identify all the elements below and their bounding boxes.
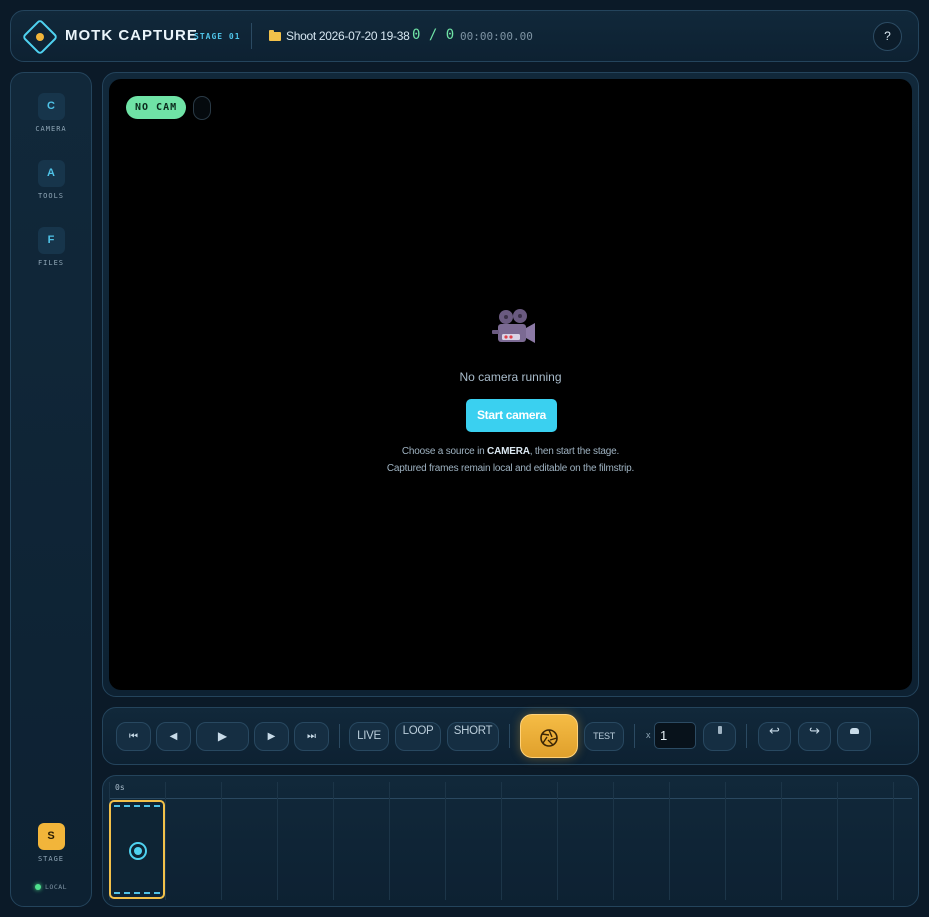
movie-camera-icon xyxy=(492,309,535,343)
logo-dot xyxy=(36,33,44,41)
sidebar-item-label: STAGE xyxy=(37,855,65,863)
top-bar: MOTK CAPTURE STAGE 01 Shoot 2026-07-20 1… xyxy=(10,10,919,62)
stage-tag: STAGE 01 xyxy=(194,32,241,41)
sidebar-item-label: CAMERA xyxy=(35,125,67,133)
undo-button[interactable]: ↩ xyxy=(758,722,791,751)
timeline-tick xyxy=(837,782,838,900)
tools-key-icon: A xyxy=(37,160,65,187)
timeline-tick xyxy=(389,782,390,900)
filmstrip-timeline[interactable]: 0s xyxy=(102,775,919,907)
start-camera-button[interactable]: Start camera xyxy=(466,399,557,432)
timecode: 00:00:00.00 xyxy=(460,30,533,43)
app-title: MOTK CAPTURE xyxy=(65,27,198,44)
prev-frame-icon: ◀ xyxy=(169,731,178,742)
timeline-tick xyxy=(333,782,334,900)
play-icon: ▶ xyxy=(217,729,228,743)
sidebar-item-label: TOOLS xyxy=(37,192,65,200)
onion-skin-button[interactable] xyxy=(837,722,871,751)
first-frame-icon: ⏮ xyxy=(129,731,138,742)
timeline-tick xyxy=(165,782,166,900)
sidebar: C CAMERA A TOOLS F FILES S STAGE LOCAL xyxy=(10,72,92,907)
storage-status-label: LOCAL xyxy=(45,883,68,891)
prev-frame-button[interactable]: ◀ xyxy=(156,722,191,751)
hint-prefix: Choose a source in xyxy=(401,446,488,457)
ruler-start-label: 0s xyxy=(115,783,125,792)
folder-icon xyxy=(269,30,281,41)
transport-divider xyxy=(509,724,510,748)
sidebar-item-files[interactable]: F FILES xyxy=(11,227,91,267)
hint-line-2: Captured frames remain local and editabl… xyxy=(386,463,635,474)
timeline-tick xyxy=(613,782,614,900)
timeline-tick xyxy=(445,782,446,900)
multiplier-label: x xyxy=(646,730,651,740)
files-key-icon: F xyxy=(37,227,65,254)
hint-camera-link: CAMERA xyxy=(487,446,530,457)
aperture-icon xyxy=(540,729,558,748)
transport-divider xyxy=(634,724,635,748)
camera-screen: NO CAM No camera running Start camera Ch… xyxy=(109,79,912,690)
record-target-icon xyxy=(129,842,147,860)
help-button[interactable]: ? xyxy=(873,22,902,51)
marker-icon xyxy=(717,726,722,734)
sidebar-item-camera[interactable]: C CAMERA xyxy=(11,93,91,133)
hold-button[interactable] xyxy=(703,722,736,751)
header-divider xyxy=(251,23,252,49)
next-frame-icon: ▶ xyxy=(267,731,276,742)
redo-button[interactable]: ↪ xyxy=(798,722,831,751)
stage-key-icon: S xyxy=(37,823,65,850)
timeline-tick xyxy=(557,782,558,900)
camera-viewer: NO CAM No camera running Start camera Ch… xyxy=(102,72,919,697)
hint-line-1: Choose a source in CAMERA, then start th… xyxy=(109,446,912,457)
last-frame-icon: ⏭ xyxy=(307,731,316,742)
transport-divider xyxy=(746,724,747,748)
play-button[interactable]: ▶ xyxy=(196,722,249,751)
transport-bar: ⏮ ◀ ▶ ▶ ⏭ LIVE LOOP SHORT TEST x 1 ↩ ↪ xyxy=(102,707,919,765)
camera-status-badge: NO CAM xyxy=(126,96,187,119)
timeline-tick xyxy=(781,782,782,900)
timeline-ruler xyxy=(109,798,912,799)
first-frame-button[interactable]: ⏮ xyxy=(116,722,151,751)
shoot-name[interactable]: Shoot 2026-07-20 19-38 xyxy=(286,29,410,43)
undo-icon: ↩ xyxy=(769,723,780,738)
next-frame-button[interactable]: ▶ xyxy=(254,722,289,751)
live-toggle[interactable]: LIVE xyxy=(349,722,389,751)
no-camera-message: No camera running xyxy=(459,370,562,384)
last-frame-button[interactable]: ⏭ xyxy=(294,722,329,751)
timeline-tick xyxy=(221,782,222,900)
timeline-tick xyxy=(277,782,278,900)
timeline-tick xyxy=(893,782,894,900)
status-pill xyxy=(193,96,211,120)
test-button[interactable]: TEST xyxy=(584,722,624,751)
status-dot-icon xyxy=(35,884,41,890)
short-toggle[interactable]: SHORT xyxy=(447,722,499,751)
frame-counter: 0 / 0 xyxy=(412,27,455,43)
multiplier-input[interactable]: 1 xyxy=(654,722,696,749)
hint-suffix: , then start the stage. xyxy=(529,446,620,457)
live-frame-slot[interactable] xyxy=(109,800,165,899)
sidebar-item-tools[interactable]: A TOOLS xyxy=(11,160,91,200)
timeline-tick xyxy=(669,782,670,900)
onion-skin-icon xyxy=(849,728,859,734)
sidebar-item-label: FILES xyxy=(37,259,65,267)
camera-key-icon: C xyxy=(37,93,65,120)
sidebar-item-stage[interactable]: S STAGE xyxy=(11,823,91,863)
timeline-tick xyxy=(501,782,502,900)
capture-button[interactable] xyxy=(520,714,578,758)
transport-divider xyxy=(339,724,340,748)
loop-toggle[interactable]: LOOP xyxy=(395,722,441,751)
timeline-tick xyxy=(725,782,726,900)
storage-status: LOCAL xyxy=(35,883,67,891)
redo-icon: ↪ xyxy=(809,723,820,738)
